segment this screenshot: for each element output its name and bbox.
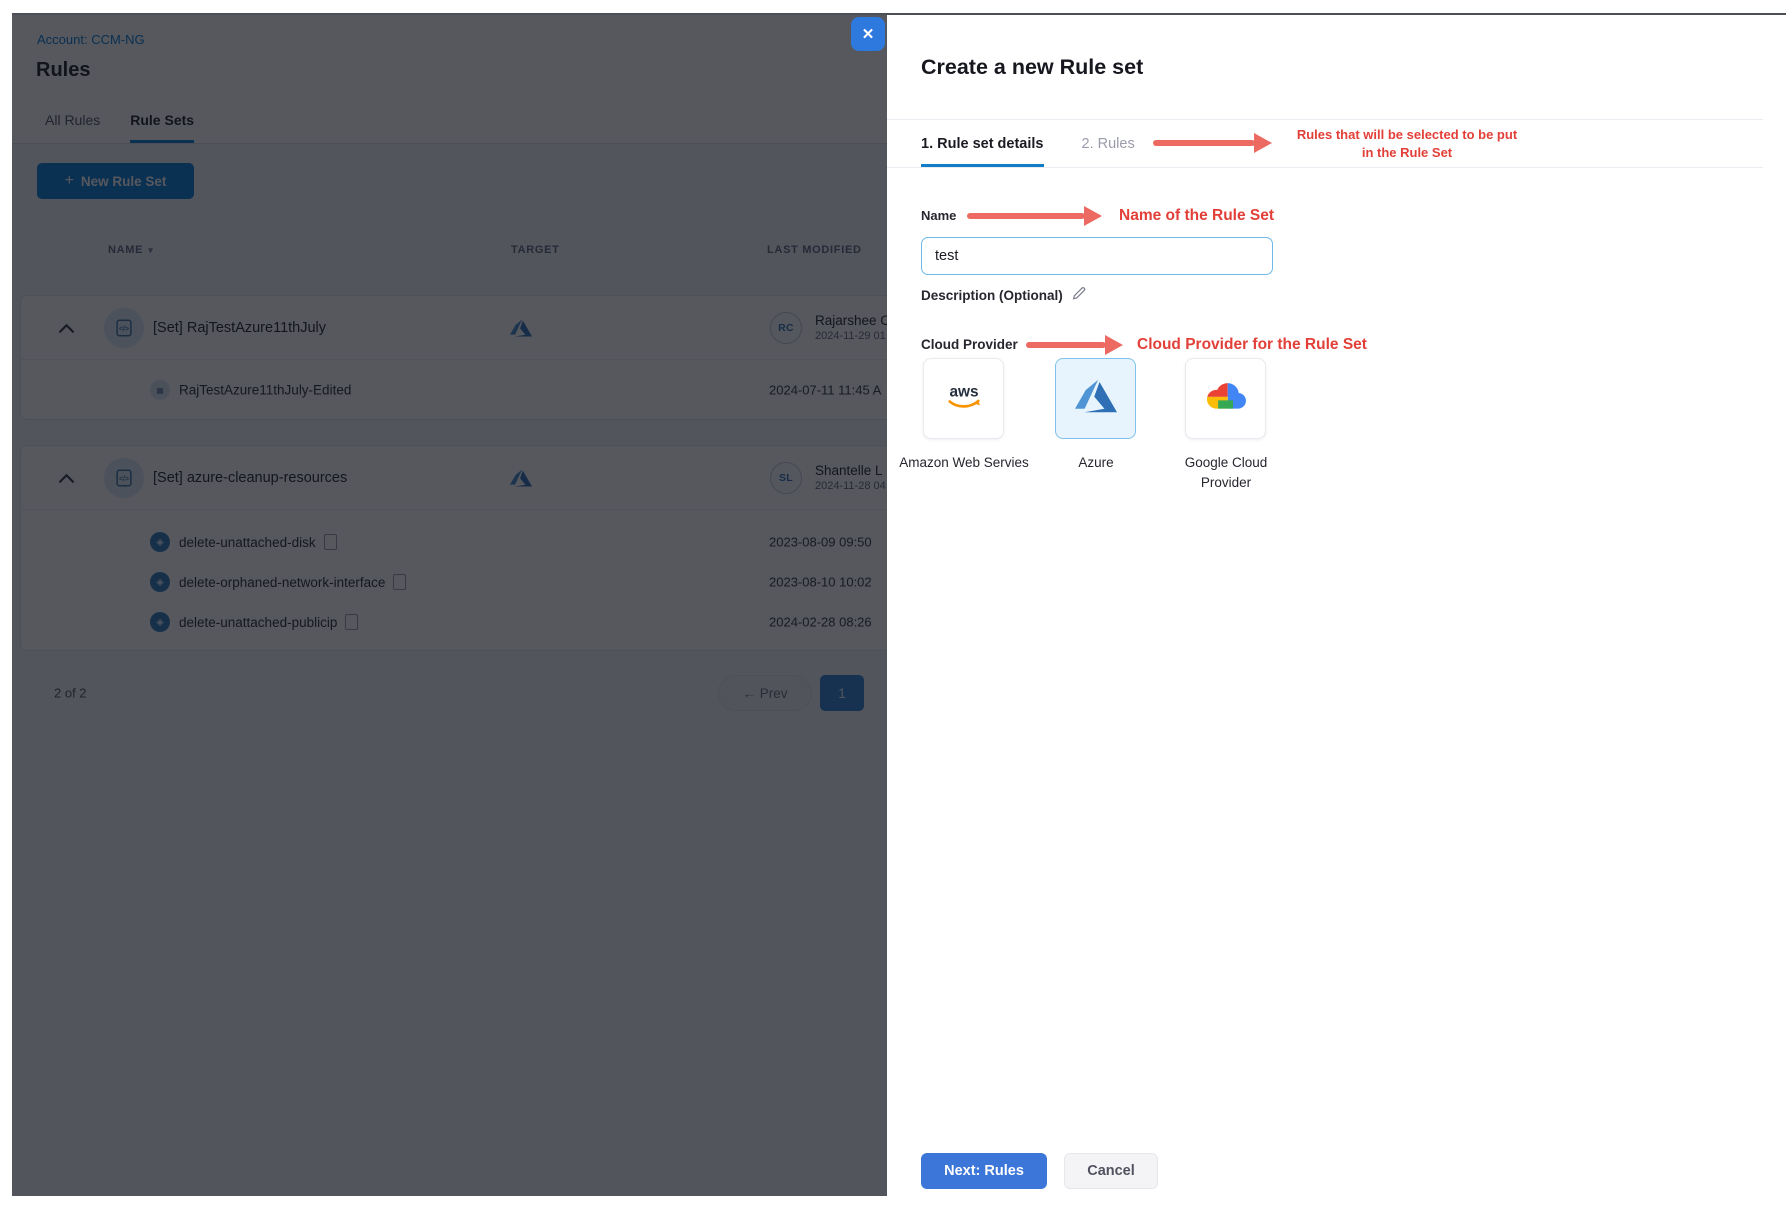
annotation-arrow-rules — [1153, 140, 1255, 146]
annotation-provider: Cloud Provider for the Rule Set — [1137, 336, 1367, 354]
step-rule-set-details[interactable]: 1. Rule set details — [921, 120, 1044, 167]
screenshot-canvas: Account: CCM-NG Rules All Rules Rule Set… — [0, 0, 1786, 1220]
annotation-rules-line2: in the Rule Set — [1267, 144, 1547, 162]
annotation-arrow-provider — [1026, 342, 1106, 348]
provider-label-azure: Azure — [1030, 453, 1162, 473]
drawer-title: Create a new Rule set — [921, 55, 1143, 80]
name-label: Name — [921, 208, 956, 223]
azure-logo-icon — [1075, 375, 1117, 422]
window-top-edge — [12, 13, 1786, 15]
provider-label-gcp: Google Cloud Provider — [1160, 453, 1292, 493]
description-row: Description (Optional) — [921, 285, 1087, 305]
annotation-name: Name of the Rule Set — [1119, 207, 1274, 225]
name-input[interactable] — [921, 237, 1273, 275]
close-icon[interactable]: ✕ — [851, 17, 885, 51]
annotation-rules-line1: Rules that will be selected to be put — [1267, 126, 1547, 144]
gcp-logo-icon — [1205, 375, 1247, 422]
create-rule-set-drawer: Create a new Rule set 1. Rule set detail… — [887, 15, 1786, 1196]
cloud-provider-label: Cloud Provider — [921, 337, 1018, 352]
aws-logo-icon: aws — [942, 381, 986, 416]
svg-text:aws: aws — [949, 384, 978, 401]
description-label: Description (Optional) — [921, 288, 1063, 303]
step-rules[interactable]: 2. Rules — [1082, 120, 1135, 167]
annotation-rules: Rules that will be selected to be put in… — [1267, 126, 1547, 162]
next-rules-button[interactable]: Next: Rules — [921, 1153, 1047, 1189]
modal-overlay — [12, 15, 887, 1196]
provider-card-azure[interactable] — [1055, 358, 1136, 439]
pencil-icon[interactable] — [1072, 285, 1087, 305]
provider-card-aws[interactable]: aws — [923, 358, 1004, 439]
annotation-arrow-name — [967, 213, 1085, 219]
cancel-button[interactable]: Cancel — [1064, 1153, 1158, 1189]
provider-label-aws: Amazon Web Servies — [898, 453, 1030, 473]
rules-page: Account: CCM-NG Rules All Rules Rule Set… — [12, 15, 887, 1196]
provider-card-gcp[interactable] — [1185, 358, 1266, 439]
